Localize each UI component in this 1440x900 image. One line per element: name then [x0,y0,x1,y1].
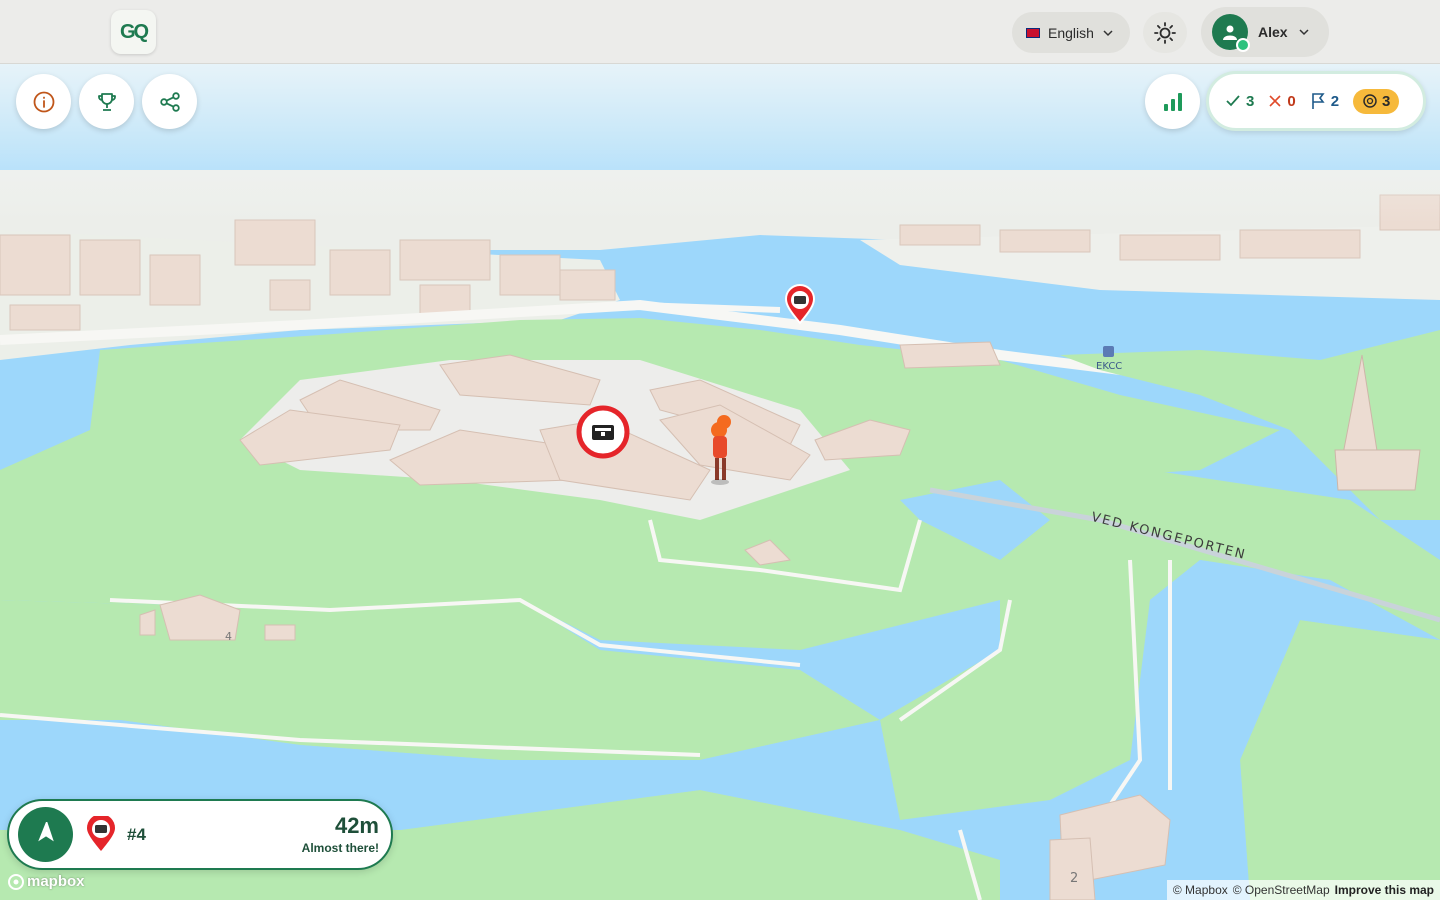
logo-text: GQ [119,20,149,43]
navigate-button[interactable] [18,807,73,862]
chevron-down-icon [1299,29,1309,36]
improve-map-link[interactable]: Improve this map [1335,883,1434,897]
navigation-card[interactable]: #4 42m Almost there! [7,799,393,870]
coin-value: 3 [1382,92,1391,110]
check-icon [1226,95,1240,107]
game-stats-panel: 3 0 2 3 [1206,71,1426,131]
online-status-dot [1236,38,1250,52]
building-number: 4 [225,630,232,643]
share-button[interactable] [142,74,197,129]
chevron-down-icon [1103,29,1113,36]
sun-icon [1154,21,1176,44]
map-attribution: © Mapbox © OpenStreetMap Improve this ma… [1166,880,1440,900]
share-icon [159,91,180,112]
close-icon [1269,95,1281,107]
flag-icon [1311,93,1325,109]
osm-attribution-link[interactable]: © OpenStreetMap [1233,883,1330,897]
top-bar: GQ English Alex [0,0,1440,64]
bar-chart-icon [1163,92,1182,111]
flag-count: 2 [1310,92,1339,110]
mapbox-logo-text: mapbox [27,873,85,890]
username: Alex [1258,24,1288,40]
language-selector[interactable]: English [1012,12,1130,53]
distance-message: Almost there! [301,841,379,855]
coin-count: 3 [1353,88,1400,114]
trophy-icon [97,92,116,111]
mapbox-attribution-link[interactable]: © Mapbox [1173,883,1228,897]
uk-flag-icon [1026,27,1040,38]
mapbox-logo[interactable]: mapbox [8,873,85,890]
navigation-arrow-icon [37,821,54,841]
flag-value: 2 [1330,92,1340,110]
correct-value: 3 [1246,92,1255,110]
theme-toggle-button[interactable] [1143,12,1187,53]
leaderboard-button[interactable] [1145,74,1200,129]
coin-icon [1363,94,1377,108]
active-treasure-marker[interactable] [576,405,630,459]
poi-icon [1103,346,1114,357]
info-icon [33,91,54,112]
poi-label: EKCC [1096,361,1122,372]
building-number: 2 [1070,871,1078,886]
wrong-value: 0 [1287,92,1296,110]
target-number: #4 [127,825,146,844]
trophy-button[interactable] [79,74,134,129]
wrong-count: 0 [1268,92,1296,110]
user-menu[interactable]: Alex [1201,7,1329,57]
correct-count: 3 [1225,93,1254,110]
map-canvas[interactable]: VED KONGEPORTEN EKCC 4 2 [0,0,1440,900]
avatar [1212,14,1250,52]
mapbox-icon [8,873,24,890]
distance-value: 42m [334,813,379,838]
user-icon [1223,25,1237,40]
app-logo[interactable]: GQ [111,10,156,54]
info-button[interactable] [16,74,71,129]
treasure-pin-icon [86,814,116,857]
language-label: English [1048,24,1094,41]
